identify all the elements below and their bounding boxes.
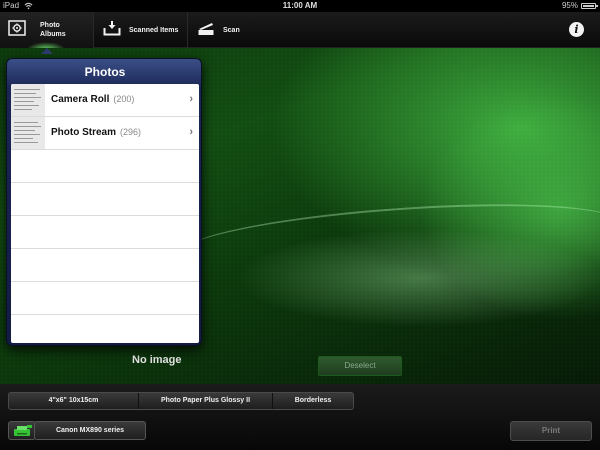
scanned-items-icon [103,21,121,36]
paper-size-setting[interactable]: 4"x6" 10x15cm [9,393,139,409]
tab-scan[interactable]: Scan [189,12,259,48]
tab-photo-albums[interactable]: Photo Albums [0,12,94,54]
bottom-bar: 4"x6" 10x15cm Photo Paper Plus Glossy II… [0,384,600,450]
album-row-photo-stream[interactable]: Photo Stream (296) › [11,117,199,150]
info-icon[interactable]: i [569,22,584,37]
tab-scan-label: Scan [223,26,240,34]
tab-scanned-items[interactable]: Scanned Items [95,12,188,48]
empty-row [11,216,199,249]
printer-status-button[interactable] [8,421,36,440]
album-count: (296) [120,127,142,137]
clock: 11:00 AM [282,1,318,10]
photo-albums-icon [8,20,26,36]
chevron-right-icon: › [189,126,193,138]
layout-setting[interactable]: Borderless [273,393,353,409]
media-type-setting[interactable]: Photo Paper Plus Glossy II [139,393,273,409]
empty-row [11,249,199,282]
print-settings-bar: 4"x6" 10x15cm Photo Paper Plus Glossy II… [8,392,354,410]
album-thumbnail [11,84,45,116]
album-name: Photo Stream (296) [51,127,142,138]
status-bar: iPad 11:00 AM 95% [0,0,600,12]
tab-scanned-items-label: Scanned Items [129,26,179,34]
no-image-label: No image [132,354,182,366]
photos-popover: Photos Camera Roll (200) › Photo Stream … [6,58,202,346]
album-thumbnail [11,117,45,149]
printer-select-button[interactable]: Canon MX890 series [34,421,146,440]
printer-icon [14,425,32,436]
album-list: Camera Roll (200) › Photo Stream (296) › [11,84,199,343]
popover-title: Photos [84,65,126,79]
chevron-right-icon: › [189,93,193,105]
empty-row [11,150,199,183]
empty-row [11,183,199,216]
album-count: (200) [113,94,135,104]
popover-arrow [41,48,53,54]
scan-icon [198,23,214,35]
album-row-camera-roll[interactable]: Camera Roll (200) › [11,84,199,117]
top-toolbar: Photo Albums Scanned Items Scan i [0,12,600,54]
battery-percent: 95% [561,1,578,10]
empty-row [11,282,199,315]
deselect-button[interactable]: Deselect [318,356,402,376]
album-name: Camera Roll (200) [51,94,135,105]
print-button[interactable]: Print [510,421,592,441]
battery-icon [581,3,598,9]
